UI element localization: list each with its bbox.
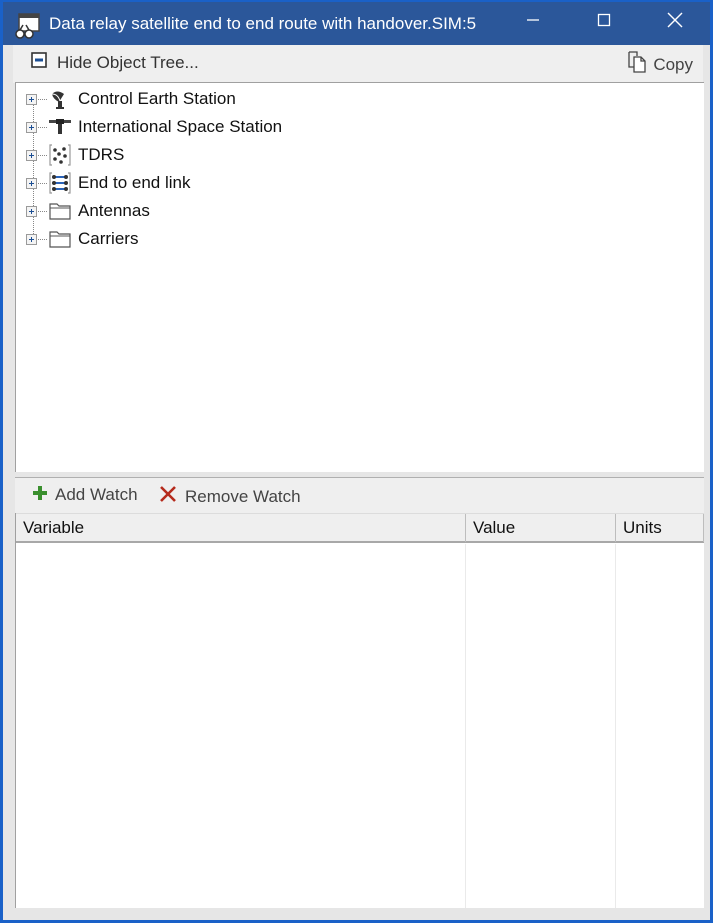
copy-label: Copy — [653, 54, 693, 74]
column-divider — [615, 544, 616, 908]
tree-connector — [38, 238, 47, 240]
copy-button[interactable]: Copy — [627, 51, 693, 78]
column-header-variable[interactable]: Variable — [16, 514, 466, 542]
remove-watch-button[interactable]: Remove Watch — [159, 485, 301, 508]
watch-grid[interactable]: Variable Value Units — [15, 513, 704, 908]
expand-icon[interactable] — [26, 233, 37, 245]
watch-toolbar: Add Watch Remove Watch — [15, 478, 704, 513]
column-header-units[interactable]: Units — [616, 514, 704, 542]
expand-icon[interactable] — [26, 93, 37, 105]
tree-connector — [38, 98, 47, 100]
tree-connector — [38, 126, 47, 128]
expand-icon[interactable] — [26, 177, 37, 189]
column-divider — [465, 544, 466, 908]
tree-item-international-space-station[interactable]: International Space Station — [26, 113, 282, 141]
collapse-minus-icon — [31, 52, 47, 73]
expand-icon[interactable] — [26, 149, 37, 161]
tree-connector — [38, 210, 47, 212]
close-icon — [667, 12, 683, 33]
remove-watch-label: Remove Watch — [185, 486, 301, 506]
constellation-icon — [48, 143, 72, 167]
tree-connector — [38, 154, 47, 156]
tree-item-label: International Space Station — [78, 117, 283, 136]
tree-item-antennas[interactable]: Antennas — [26, 197, 150, 225]
minimize-icon — [526, 12, 540, 32]
tree-item-control-earth-station[interactable]: Control Earth Station — [26, 85, 236, 113]
space-station-icon — [48, 115, 72, 139]
object-tree[interactable]: Control Earth Station International Spac… — [15, 82, 704, 472]
tree-item-label: Carriers — [78, 229, 139, 248]
expand-icon[interactable] — [26, 205, 37, 217]
copy-icon — [627, 51, 647, 78]
minimize-button[interactable] — [498, 2, 568, 42]
window-title: Data relay satellite end to end route wi… — [49, 14, 477, 33]
folder-icon — [48, 227, 72, 251]
grid-body[interactable] — [16, 544, 704, 908]
x-icon — [159, 485, 177, 508]
folder-icon — [48, 199, 72, 223]
hide-object-tree-label: Hide Object Tree... — [57, 52, 199, 72]
tree-item-label: Control Earth Station — [78, 89, 236, 108]
watch-window: Data relay satellite end to end route wi… — [0, 0, 713, 923]
link-chain-icon — [48, 171, 72, 195]
plus-icon — [33, 485, 47, 505]
column-header-value[interactable]: Value — [466, 514, 616, 542]
tree-item-tdrs[interactable]: TDRS — [26, 141, 124, 169]
tree-item-label: TDRS — [78, 145, 125, 164]
satellite-dish-icon — [48, 87, 72, 111]
add-watch-label: Add Watch — [55, 485, 138, 504]
object-tree-toolbar: Hide Object Tree... Copy — [13, 45, 703, 83]
hide-object-tree-button[interactable]: Hide Object Tree... — [31, 52, 199, 73]
maximize-icon — [597, 12, 611, 32]
close-button[interactable] — [640, 2, 710, 42]
title-bar[interactable]: Data relay satellite end to end route wi… — [3, 0, 710, 45]
tree-item-carriers[interactable]: Carriers — [26, 225, 138, 253]
tree-item-label: End to end link — [78, 173, 191, 192]
maximize-button[interactable] — [569, 2, 639, 42]
grid-header: Variable Value Units — [16, 513, 704, 543]
tree-connector — [38, 182, 47, 184]
tree-item-end-to-end-link[interactable]: End to end link — [26, 169, 190, 197]
watch-window-icon — [14, 12, 42, 40]
expand-icon[interactable] — [26, 121, 37, 133]
add-watch-button[interactable]: Add Watch — [33, 485, 138, 505]
tree-item-label: Antennas — [78, 201, 150, 220]
